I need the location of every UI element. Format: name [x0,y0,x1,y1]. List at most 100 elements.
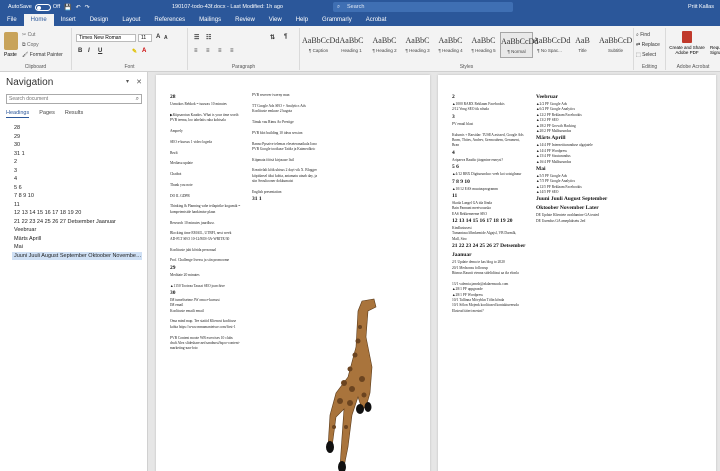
chevron-down-icon[interactable]: ▾ [126,78,129,85]
font-color-icon[interactable]: A [142,48,146,54]
style-name: Heading 1 [341,48,362,53]
copy-button[interactable]: ⧉ Copy [22,42,39,48]
align-center-icon[interactable]: ≡ [206,48,210,54]
style-item[interactable]: AaBbC ¶ Heading 4 [434,32,467,58]
page-2-column-2: Veebruar ▲2/2 PF Google Ads ▲6/2 PF Google… [536,93,656,224]
tab-mailings[interactable]: Mailings [192,14,228,26]
doc-heading: Juuni Juuli August September [536,196,608,203]
nav-heading-item[interactable]: 3 [12,167,142,176]
nav-tab-headings[interactable]: Headings [6,110,30,118]
search-icon[interactable]: ⌕ [136,95,139,104]
tab-grammarly[interactable]: Grammarly [315,14,359,26]
align-right-icon[interactable]: ≡ [218,48,222,54]
style-item[interactable]: AaBbCcD Subtitle [599,32,632,58]
style-item[interactable]: AaBbCcDd ¶ Normal [500,32,539,58]
style-item[interactable]: AaBbC ¶ Heading 5 [467,32,500,58]
style-item[interactable]: AaBbCcDd ¶ Caption [302,32,340,58]
nav-heading-item[interactable]: Mai [12,243,142,252]
nav-heading-item[interactable]: 21 22 23 24 25 26 27 Detsember Jaanuar [12,218,142,227]
undo-icon[interactable]: ↶ [76,4,81,11]
nav-heading-item[interactable]: 12 13 14 15 16 17 18 19 20 [12,209,142,218]
tab-view[interactable]: View [262,14,289,26]
page-2[interactable]: 2 ▲1000 RABX Reklaam Facebookis 2/12 Vong … [438,75,716,471]
tab-acrobat[interactable]: Acrobat [359,14,394,26]
doc-heading: Oktoober November Later [536,205,599,212]
doc-heading: Veebruar [536,94,559,100]
tab-review[interactable]: Review [228,14,262,26]
style-item[interactable]: AaBbC ¶ Heading 3 [401,32,434,58]
tab-file[interactable]: File [0,14,24,26]
tab-home[interactable]: Home [23,14,54,26]
font-size-select[interactable]: 11 [138,34,152,42]
style-sample: AaBbCcDd [302,36,340,45]
paste-icon[interactable] [4,32,18,50]
nav-heading-item[interactable]: 28 [12,124,142,133]
navigation-pane: Navigation ▾ ✕ Search document ⌕ Heading… [0,72,148,471]
style-item[interactable]: AaBbC ¶ Heading 2 [368,32,401,58]
format-painter-button[interactable]: 🖌 Format Painter [22,52,63,58]
search-placeholder: Search [347,4,365,10]
giraffe-image[interactable] [322,297,392,471]
redo-icon[interactable]: ↷ [85,4,90,11]
title-bar: AutoSave Off 💾 ↶ ↷ 190107-todo-43f.docx … [0,0,720,14]
close-icon[interactable]: ✕ [136,78,142,86]
nav-heading-item[interactable]: 31 1 [12,150,142,159]
select-button[interactable]: ⬚ Select [636,52,656,58]
nav-heading-item[interactable]: Juuni Juuli August September Oktoober No… [12,251,142,260]
create-pdf-icon[interactable] [682,31,692,43]
autosave-state: Off [52,4,61,10]
nav-tab-results[interactable]: Results [65,110,83,118]
save-icon[interactable]: 💾 [64,4,71,11]
style-item[interactable]: AaBbCcDd ¶ No Spac... [533,32,570,58]
style-sample: AaB [575,36,590,45]
grow-font-icon[interactable]: A [156,34,160,40]
paste-button[interactable]: Paste [4,52,17,58]
nav-heading-item[interactable]: 4 [12,175,142,184]
underline-button[interactable]: U [98,48,102,54]
find-button[interactable]: ⌕ Find [636,32,650,38]
request-signatures-button[interactable]: Request Signatures [710,45,720,55]
tab-layout[interactable]: Layout [115,14,147,26]
doc-heading: 3 [452,113,455,120]
nav-heading-item[interactable]: 29 [12,133,142,142]
tab-insert[interactable]: Insert [54,14,83,26]
style-item[interactable]: AaBbC Heading 1 [335,32,368,58]
search-document-input[interactable]: Search document ⌕ [6,94,142,104]
shrink-font-icon[interactable]: A [164,35,168,41]
search-box[interactable]: ⌕ Search [333,2,513,12]
style-name: ¶ Heading 3 [405,48,430,53]
replace-button[interactable]: ⇄ Replace [636,42,660,48]
nav-heading-item[interactable]: Märts Aprill [12,235,142,244]
tab-help[interactable]: Help [289,14,315,26]
bold-button[interactable]: B [78,48,82,54]
nav-heading-item[interactable]: 2 [12,158,142,167]
style-item[interactable]: AaB Title [566,32,599,58]
highlight-icon[interactable]: ✎ [132,48,137,55]
align-left-icon[interactable]: ≡ [194,48,198,54]
document-title: 190107-todo-43f.docx - Last Modified: 1h… [172,4,283,10]
nav-heading-item[interactable]: 30 [12,141,142,150]
sort-icon[interactable]: ⇅ [270,34,275,41]
doc-heading: 11 [452,192,458,199]
tab-references[interactable]: References [147,14,192,26]
numbering-icon[interactable]: ☷ [206,34,211,41]
doc-heading: 5 6 [452,164,459,171]
tab-design[interactable]: Design [83,14,116,26]
nav-heading-item[interactable]: 11 [12,201,142,210]
bullets-icon[interactable]: ☰ [194,34,199,41]
justify-icon[interactable]: ≡ [230,48,234,54]
nav-heading-item[interactable]: 7 8 9 10 [12,192,142,201]
nav-heading-item[interactable]: 5 6 [12,184,142,193]
user-name[interactable]: Priit Kallas [688,4,714,10]
cut-button[interactable]: ✂ Cut [22,32,35,38]
font-family-select[interactable]: Times New Roman [76,34,136,42]
create-share-pdf-button[interactable]: Create and Share Adobe PDF [667,45,707,55]
autosave-toggle[interactable] [34,3,51,11]
italic-button[interactable]: I [88,48,90,54]
document-area[interactable]: 28 Usmokos Rebkok = tuusrax 10 minutes ▶Ki… [148,72,720,471]
nav-tab-pages[interactable]: Pages [39,110,55,118]
pilcrow-icon[interactable]: ¶ [284,34,287,40]
page-1[interactable]: 28 Usmokos Rebkok = tuusrax 10 minutes ▶Ki… [156,75,430,471]
style-sample: AaBbCcDd [501,37,539,46]
nav-heading-item[interactable]: Veebruar [12,226,142,235]
